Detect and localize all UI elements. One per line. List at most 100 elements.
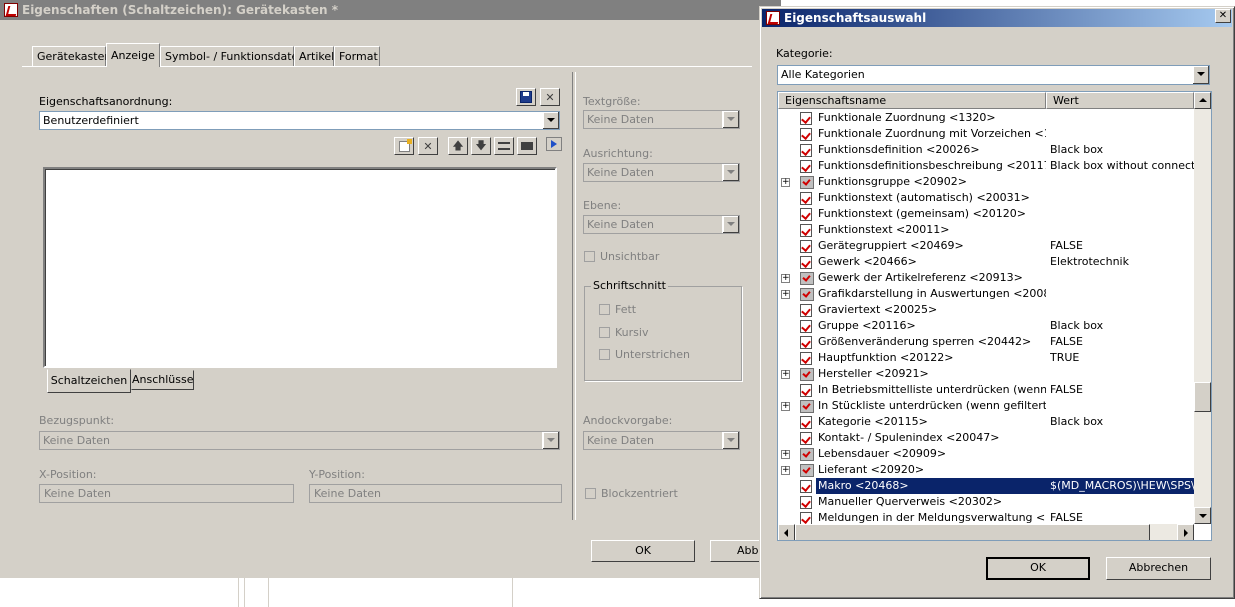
move-bottom-button[interactable]: [517, 137, 537, 155]
open-property-selection-button[interactable]: [546, 137, 562, 151]
list-item[interactable]: In Betriebsmittelliste unterdrücken (wen…: [778, 382, 1194, 398]
scroll-thumb[interactable]: [1194, 382, 1211, 412]
text-size-label: Textgröße:: [583, 95, 641, 108]
dialog-titlebar[interactable]: Eigenschaftsauswahl: [762, 9, 1232, 27]
list-item[interactable]: + Hersteller <20921>: [778, 366, 1194, 382]
y-position-field[interactable]: Keine Daten: [309, 484, 562, 503]
checkbox-box: [599, 349, 610, 360]
scroll-thumb[interactable]: [795, 524, 1150, 540]
dialog-title: Eigenschaftsauswahl: [784, 11, 927, 25]
expand-icon[interactable]: +: [781, 450, 790, 459]
dialog-titlebar[interactable]: Eigenschaften (Schaltzeichen): Gerätekas…: [0, 0, 780, 20]
column-header-value[interactable]: Wert: [1046, 92, 1194, 109]
list-item[interactable]: Gruppe <20116> Black box: [778, 318, 1194, 334]
scroll-left-button[interactable]: [778, 524, 795, 540]
save-button[interactable]: [516, 88, 536, 106]
property-icon: [800, 112, 812, 125]
list-item[interactable]: Funktionale Zuordnung mit Vorzeichen <13…: [778, 126, 1194, 142]
vertical-scrollbar[interactable]: [1194, 92, 1211, 524]
tab-symbol-funktionsdaten[interactable]: Symbol- / Funktionsdaten: [160, 46, 305, 66]
move-top-button[interactable]: [494, 137, 514, 155]
layer-select[interactable]: Keine Daten: [583, 215, 740, 234]
expand-icon[interactable]: +: [781, 402, 790, 411]
alignment-select[interactable]: Keine Daten: [583, 163, 740, 182]
delete-arrangement-button[interactable]: ✕: [540, 88, 560, 106]
chevron-down-icon[interactable]: [722, 111, 739, 128]
list-item[interactable]: Hauptfunktion <20122> TRUE: [778, 350, 1194, 366]
list-item[interactable]: Kontakt- / Spulenindex <20047>: [778, 430, 1194, 446]
reference-point-select[interactable]: Keine Daten: [39, 431, 560, 450]
invisible-checkbox[interactable]: Unsichtbar: [584, 250, 659, 263]
tab-geraetekasten[interactable]: Gerätekasten: [32, 46, 111, 66]
close-button[interactable]: ✕: [1215, 9, 1231, 23]
list-item[interactable]: Gewerk <20466> Elektrotechnik: [778, 254, 1194, 270]
property-arrangement-select[interactable]: Benutzerdefiniert: [39, 111, 560, 130]
reference-point-label: Bezugspunkt:: [39, 414, 115, 427]
panel-splitter[interactable]: [572, 72, 576, 520]
divider: [238, 578, 239, 607]
list-item[interactable]: Gerätegruppiert <20469> FALSE: [778, 238, 1194, 254]
list-item[interactable]: Kategorie <20115> Black box: [778, 414, 1194, 430]
chevron-down-icon[interactable]: [542, 112, 559, 129]
list-item[interactable]: Größenveränderung sperren <20442> FALSE: [778, 334, 1194, 350]
move-up-button[interactable]: 🡅: [448, 137, 468, 155]
list-item[interactable]: + Grafikdarstellung in Auswertungen <2008…: [778, 286, 1194, 302]
scroll-right-button[interactable]: [1177, 524, 1194, 540]
underline-checkbox[interactable]: Unterstrichen: [599, 348, 690, 361]
chevron-down-icon[interactable]: [722, 432, 739, 449]
chevron-down-icon[interactable]: [722, 164, 739, 181]
subtab-anschluesse[interactable]: Anschlüsse: [131, 370, 194, 390]
chevron-down-icon[interactable]: [722, 216, 739, 233]
horizontal-scrollbar[interactable]: [778, 524, 1194, 540]
tab-format[interactable]: Format: [334, 46, 380, 66]
list-item[interactable]: Funktionsdefinition <20026> Black box: [778, 142, 1194, 158]
cancel-button[interactable]: Abbrechen: [1106, 557, 1211, 580]
expand-icon[interactable]: +: [781, 178, 790, 187]
ok-button[interactable]: OK: [986, 557, 1090, 580]
scroll-up-button[interactable]: [1194, 92, 1211, 109]
chevron-down-icon[interactable]: [542, 432, 559, 449]
list-item[interactable]: Manueller Querverweis <20302>: [778, 494, 1194, 510]
block-centered-checkbox[interactable]: Blockzentriert: [585, 487, 678, 500]
text-size-select[interactable]: Keine Daten: [583, 110, 740, 129]
list-item[interactable]: Funktionsdefinitionsbeschreibung <20117>…: [778, 158, 1194, 174]
block-icon: [521, 142, 533, 150]
list-item[interactable]: Funktionstext (gemeinsam) <20120>: [778, 206, 1194, 222]
scroll-down-button[interactable]: [1194, 507, 1211, 524]
list-item[interactable]: Funktionstext <20011>: [778, 222, 1194, 238]
bold-checkbox[interactable]: Fett: [599, 303, 636, 316]
list-item[interactable]: + Lieferant <20920>: [778, 462, 1194, 478]
expand-icon[interactable]: +: [781, 466, 790, 475]
ok-button[interactable]: OK: [591, 540, 695, 562]
docking-select[interactable]: Keine Daten: [583, 431, 740, 450]
expand-icon[interactable]: +: [781, 274, 790, 283]
property-arrangement-list[interactable]: [43, 167, 557, 368]
list-item[interactable]: + Lebensdauer <20909>: [778, 446, 1194, 462]
tab-artikel[interactable]: Artikel: [294, 46, 334, 66]
list-item[interactable]: + Gewerk der Artikelreferenz <20913>: [778, 270, 1194, 286]
list-item[interactable]: Funktionstext (automatisch) <20031>: [778, 190, 1194, 206]
move-down-button[interactable]: 🡇: [471, 137, 491, 155]
list-item[interactable]: Funktionale Zuordnung <1320>: [778, 110, 1194, 126]
property-name: Makro <20468>: [816, 478, 1048, 494]
property-icon: [800, 128, 812, 141]
italic-checkbox[interactable]: Kursiv: [599, 326, 648, 339]
expand-icon[interactable]: +: [781, 370, 790, 379]
expand-icon[interactable]: +: [781, 290, 790, 299]
property-name: Kontakt- / Spulenindex <20047>: [818, 431, 1000, 444]
list-item[interactable]: + In Stückliste unterdrücken (wenn gefilt…: [778, 398, 1194, 414]
property-icon: [800, 304, 812, 317]
list-item[interactable]: Graviertext <20025>: [778, 302, 1194, 318]
column-header-name[interactable]: Eigenschaftsname: [778, 92, 1046, 109]
list-item[interactable]: + Funktionsgruppe <20902>: [778, 174, 1194, 190]
x-position-field[interactable]: Keine Daten: [39, 484, 294, 503]
property-list[interactable]: Eigenschaftsname Wert Funktionale Zuordn…: [777, 91, 1212, 541]
category-select[interactable]: Alle Kategorien: [777, 65, 1210, 85]
new-button[interactable]: [394, 137, 414, 155]
delete-button[interactable]: ✕: [418, 137, 438, 155]
selected-value: Keine Daten: [587, 434, 654, 447]
list-item[interactable]: Makro <20468> $(MD_MACROS)\HEW\SPS\SI: [778, 478, 1194, 494]
subtab-schaltzeichen[interactable]: Schaltzeichen: [47, 369, 131, 393]
chevron-down-icon[interactable]: [1192, 66, 1209, 84]
tab-anzeige[interactable]: Anzeige: [106, 43, 160, 67]
